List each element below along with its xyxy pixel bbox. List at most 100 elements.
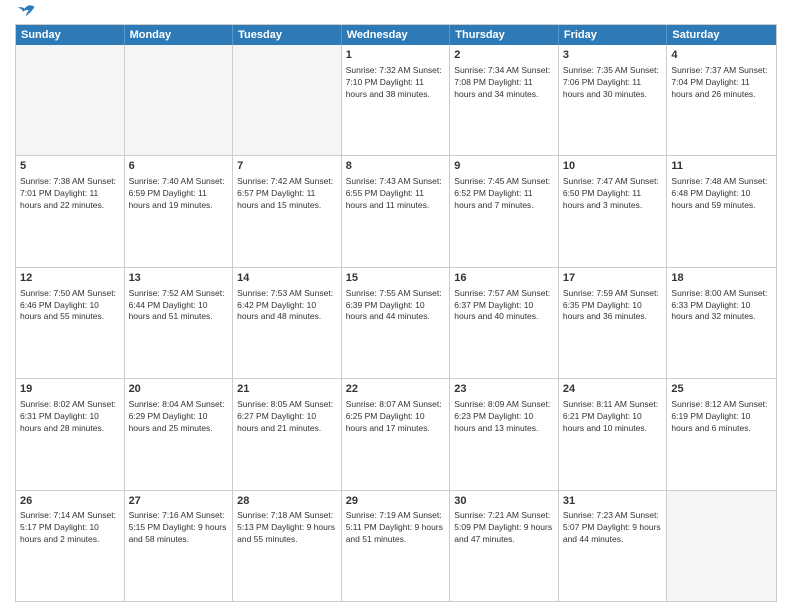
day-number: 16 bbox=[454, 271, 554, 286]
day-info: Sunrise: 8:07 AM Sunset: 6:25 PM Dayligh… bbox=[346, 399, 446, 435]
day-number: 30 bbox=[454, 494, 554, 509]
day-cell-27: 27Sunrise: 7:16 AM Sunset: 5:15 PM Dayli… bbox=[125, 491, 234, 601]
day-cell-21: 21Sunrise: 8:05 AM Sunset: 6:27 PM Dayli… bbox=[233, 379, 342, 489]
day-info: Sunrise: 8:00 AM Sunset: 6:33 PM Dayligh… bbox=[671, 288, 772, 324]
day-info: Sunrise: 7:21 AM Sunset: 5:09 PM Dayligh… bbox=[454, 510, 554, 546]
day-cell-19: 19 Sunrise: 8:02 AM Sunset: 6:31 PM Dayli… bbox=[16, 379, 125, 489]
day-number: 11 bbox=[671, 159, 772, 174]
day-cell-5: 5 Sunrise: 7:38 AM Sunset: 7:01 PM Daylig… bbox=[16, 156, 125, 266]
day-cell-4: 4Sunrise: 7:37 AM Sunset: 7:04 PM Daylig… bbox=[667, 45, 776, 155]
day-cell-15: 15 Sunrise: 7:55 AM Sunset: 6:39 PM Dayli… bbox=[342, 268, 451, 378]
day-number: 7 bbox=[237, 159, 337, 174]
day-cell-24: 24Sunrise: 8:11 AM Sunset: 6:21 PM Dayli… bbox=[559, 379, 668, 489]
calendar-row-1: 5 Sunrise: 7:38 AM Sunset: 7:01 PM Daylig… bbox=[16, 155, 776, 266]
day-cell-25: 25 Sunrise: 8:12 AM Sunset: 6:19 PM Dayli… bbox=[667, 379, 776, 489]
day-info: Sunrise: 7:47 AM Sunset: 6:50 PM Dayligh… bbox=[563, 176, 663, 212]
day-number: 24 bbox=[563, 382, 663, 397]
calendar-row-2: 12Sunrise: 7:50 AM Sunset: 6:46 PM Dayli… bbox=[16, 267, 776, 378]
day-cell-9: 9 Sunrise: 7:45 AM Sunset: 6:52 PM Daylig… bbox=[450, 156, 559, 266]
day-cell-7: 7 Sunrise: 7:42 AM Sunset: 6:57 PM Daylig… bbox=[233, 156, 342, 266]
day-cell-3: 3 Sunrise: 7:35 AM Sunset: 7:06 PM Daylig… bbox=[559, 45, 668, 155]
day-info: Sunrise: 7:55 AM Sunset: 6:39 PM Dayligh… bbox=[346, 288, 446, 324]
day-number: 1 bbox=[346, 48, 446, 63]
day-number: 23 bbox=[454, 382, 554, 397]
day-number: 6 bbox=[129, 159, 229, 174]
day-info: Sunrise: 7:59 AM Sunset: 6:35 PM Dayligh… bbox=[563, 288, 663, 324]
day-info: Sunrise: 7:23 AM Sunset: 5:07 PM Dayligh… bbox=[563, 510, 663, 546]
day-number: 28 bbox=[237, 494, 337, 509]
day-info: Sunrise: 7:40 AM Sunset: 6:59 PM Dayligh… bbox=[129, 176, 229, 212]
day-info: Sunrise: 7:52 AM Sunset: 6:44 PM Dayligh… bbox=[129, 288, 229, 324]
day-info: Sunrise: 8:02 AM Sunset: 6:31 PM Dayligh… bbox=[20, 399, 120, 435]
day-number: 20 bbox=[129, 382, 229, 397]
day-number: 8 bbox=[346, 159, 446, 174]
day-cell-14: 14 Sunrise: 7:53 AM Sunset: 6:42 PM Dayli… bbox=[233, 268, 342, 378]
weekday-header-monday: Monday bbox=[125, 25, 234, 45]
page: SundayMondayTuesdayWednesdayThursdayFrid… bbox=[0, 0, 792, 612]
day-number: 14 bbox=[237, 271, 337, 286]
day-cell-8: 8Sunrise: 7:43 AM Sunset: 6:55 PM Daylig… bbox=[342, 156, 451, 266]
empty-cell-4-6 bbox=[667, 491, 776, 601]
day-cell-22: 22 Sunrise: 8:07 AM Sunset: 6:25 PM Dayli… bbox=[342, 379, 451, 489]
empty-cell-0-1 bbox=[125, 45, 234, 155]
day-cell-12: 12Sunrise: 7:50 AM Sunset: 6:46 PM Dayli… bbox=[16, 268, 125, 378]
day-cell-31: 31Sunrise: 7:23 AM Sunset: 5:07 PM Dayli… bbox=[559, 491, 668, 601]
weekday-header-thursday: Thursday bbox=[450, 25, 559, 45]
calendar-row-4: 26Sunrise: 7:14 AM Sunset: 5:17 PM Dayli… bbox=[16, 490, 776, 601]
day-number: 25 bbox=[671, 382, 772, 397]
day-info: Sunrise: 7:48 AM Sunset: 6:48 PM Dayligh… bbox=[671, 176, 772, 212]
weekday-header-saturday: Saturday bbox=[667, 25, 776, 45]
day-number: 3 bbox=[563, 48, 663, 63]
day-cell-29: 29Sunrise: 7:19 AM Sunset: 5:11 PM Dayli… bbox=[342, 491, 451, 601]
day-cell-6: 6 Sunrise: 7:40 AM Sunset: 6:59 PM Daylig… bbox=[125, 156, 234, 266]
day-info: Sunrise: 8:05 AM Sunset: 6:27 PM Dayligh… bbox=[237, 399, 337, 435]
calendar: SundayMondayTuesdayWednesdayThursdayFrid… bbox=[15, 24, 777, 602]
day-info: Sunrise: 7:53 AM Sunset: 6:42 PM Dayligh… bbox=[237, 288, 337, 324]
day-number: 26 bbox=[20, 494, 120, 509]
day-info: Sunrise: 7:19 AM Sunset: 5:11 PM Dayligh… bbox=[346, 510, 446, 546]
logo bbox=[15, 10, 35, 18]
weekday-header-friday: Friday bbox=[559, 25, 668, 45]
day-info: Sunrise: 7:57 AM Sunset: 6:37 PM Dayligh… bbox=[454, 288, 554, 324]
day-cell-26: 26Sunrise: 7:14 AM Sunset: 5:17 PM Dayli… bbox=[16, 491, 125, 601]
day-number: 10 bbox=[563, 159, 663, 174]
day-number: 2 bbox=[454, 48, 554, 63]
calendar-body: 1 Sunrise: 7:32 AM Sunset: 7:10 PM Daylig… bbox=[16, 45, 776, 601]
empty-cell-0-0 bbox=[16, 45, 125, 155]
day-info: Sunrise: 7:34 AM Sunset: 7:08 PM Dayligh… bbox=[454, 65, 554, 101]
day-number: 27 bbox=[129, 494, 229, 509]
day-info: Sunrise: 7:45 AM Sunset: 6:52 PM Dayligh… bbox=[454, 176, 554, 212]
empty-cell-0-2 bbox=[233, 45, 342, 155]
day-info: Sunrise: 8:12 AM Sunset: 6:19 PM Dayligh… bbox=[671, 399, 772, 435]
day-cell-11: 11 Sunrise: 7:48 AM Sunset: 6:48 PM Dayli… bbox=[667, 156, 776, 266]
day-cell-16: 16 Sunrise: 7:57 AM Sunset: 6:37 PM Dayli… bbox=[450, 268, 559, 378]
header bbox=[15, 10, 777, 18]
day-number: 22 bbox=[346, 382, 446, 397]
day-cell-20: 20 Sunrise: 8:04 AM Sunset: 6:29 PM Dayli… bbox=[125, 379, 234, 489]
day-number: 13 bbox=[129, 271, 229, 286]
day-info: Sunrise: 7:42 AM Sunset: 6:57 PM Dayligh… bbox=[237, 176, 337, 212]
calendar-row-0: 1 Sunrise: 7:32 AM Sunset: 7:10 PM Daylig… bbox=[16, 45, 776, 155]
day-cell-28: 28Sunrise: 7:18 AM Sunset: 5:13 PM Dayli… bbox=[233, 491, 342, 601]
day-number: 18 bbox=[671, 271, 772, 286]
day-info: Sunrise: 7:32 AM Sunset: 7:10 PM Dayligh… bbox=[346, 65, 446, 101]
day-cell-1: 1 Sunrise: 7:32 AM Sunset: 7:10 PM Daylig… bbox=[342, 45, 451, 155]
day-info: Sunrise: 7:14 AM Sunset: 5:17 PM Dayligh… bbox=[20, 510, 120, 546]
weekday-header-wednesday: Wednesday bbox=[342, 25, 451, 45]
day-number: 29 bbox=[346, 494, 446, 509]
day-info: Sunrise: 7:35 AM Sunset: 7:06 PM Dayligh… bbox=[563, 65, 663, 101]
day-number: 5 bbox=[20, 159, 120, 174]
weekday-header-tuesday: Tuesday bbox=[233, 25, 342, 45]
day-cell-23: 23Sunrise: 8:09 AM Sunset: 6:23 PM Dayli… bbox=[450, 379, 559, 489]
day-number: 12 bbox=[20, 271, 120, 286]
day-cell-18: 18 Sunrise: 8:00 AM Sunset: 6:33 PM Dayli… bbox=[667, 268, 776, 378]
day-info: Sunrise: 8:04 AM Sunset: 6:29 PM Dayligh… bbox=[129, 399, 229, 435]
day-number: 19 bbox=[20, 382, 120, 397]
day-number: 9 bbox=[454, 159, 554, 174]
day-cell-13: 13 Sunrise: 7:52 AM Sunset: 6:44 PM Dayli… bbox=[125, 268, 234, 378]
day-number: 31 bbox=[563, 494, 663, 509]
day-info: Sunrise: 7:16 AM Sunset: 5:15 PM Dayligh… bbox=[129, 510, 229, 546]
day-info: Sunrise: 7:38 AM Sunset: 7:01 PM Dayligh… bbox=[20, 176, 120, 212]
day-number: 15 bbox=[346, 271, 446, 286]
weekday-header-sunday: Sunday bbox=[16, 25, 125, 45]
